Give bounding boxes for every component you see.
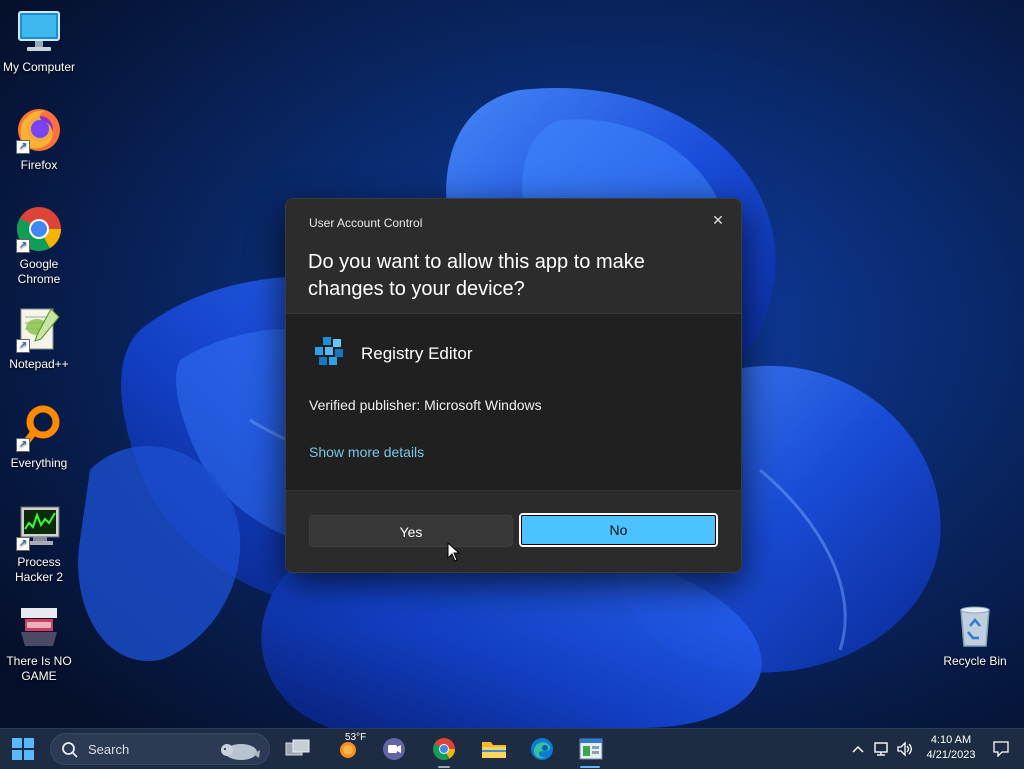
no-button[interactable]: No [519,513,718,547]
shortcut-arrow-icon: ↗ [16,438,30,452]
network-icon [874,742,888,756]
teams-chat-icon [383,738,405,760]
desktop-icon-chrome[interactable]: ↗ Google Chrome [0,205,78,287]
desktop-icon-everything[interactable]: ↗ Everything [0,404,78,471]
uac-dialog: User Account Control ✕ Do you want to al… [285,198,742,573]
desktop-icon-recycle-bin[interactable]: Recycle Bin [936,602,1014,669]
desktop-icon-label: Process Hacker 2 [14,555,64,584]
shortcut-arrow-icon: ↗ [16,537,30,551]
uac-footer: Yes No [286,490,741,572]
task-view-button[interactable] [282,733,314,765]
start-button[interactable] [7,733,39,765]
taskbar-search-box[interactable]: Search [50,733,270,765]
desktop-icon-label: My Computer [2,60,76,74]
search-highlight-manatee-icon [221,744,260,760]
weather-widget-button[interactable]: 53°F [330,732,367,765]
chevron-up-icon [852,745,864,753]
volume-icon [897,741,912,757]
clock-time: 4:10 AM [930,734,972,746]
app-row: Registry Editor [313,334,472,374]
edge-icon [531,738,553,760]
shortcut-arrow-icon: ↗ [16,140,30,154]
game-logo-icon [15,602,63,650]
search-label: Search [88,742,130,757]
monitor-icon [15,8,63,56]
uac-caption: User Account Control [309,216,423,230]
taskbar-chrome-button[interactable] [428,733,460,765]
recycle-bin-icon [951,602,999,650]
show-more-details-link[interactable]: Show more details [309,444,424,460]
close-icon: ✕ [712,212,724,228]
firefox-icon: ↗ [15,106,63,154]
desktop-icon-label: Google Chrome [17,257,61,286]
registry-editor-icon [313,335,347,374]
shortcut-arrow-icon: ↗ [16,339,30,353]
task-view-icon [285,739,310,756]
desktop-icon-label: There Is NO GAME [6,654,72,683]
desktop-icon-there-is-no-game[interactable]: There Is NO GAME [0,602,78,684]
notifications-button[interactable] [988,733,1014,765]
uac-question: Do you want to allow this app to make ch… [308,251,645,300]
show-hidden-icons-button[interactable] [848,733,868,765]
uac-body: Registry Editor Verified publisher: Micr… [286,314,741,490]
registry-app-icon [579,738,603,760]
desktop-icon-firefox[interactable]: ↗ Firefox [0,106,78,173]
desktop-icon-label: Firefox [20,158,58,172]
weather-temperature: 53°F [345,732,367,743]
clock[interactable]: 4:10 AM 4/21/2023 [920,732,982,766]
desktop-icon-label: Everything [10,456,68,470]
uac-header: User Account Control ✕ Do you want to al… [286,199,741,314]
chrome-icon [433,738,455,760]
search-icon [62,742,78,758]
notepadpp-icon: ↗ [15,305,63,353]
search-magnifier-icon: ↗ [15,404,63,452]
edge-button[interactable] [526,733,558,765]
desktop-icon-label: Notepad++ [9,357,69,371]
yes-button[interactable]: Yes [309,515,513,547]
windows-logo-icon [12,738,34,760]
desktop-icon-process-hacker[interactable]: ↗ Process Hacker 2 [0,503,78,585]
desktop-icon-my-computer[interactable]: My Computer [0,8,78,75]
teams-chat-button[interactable] [378,733,410,765]
app-name: Registry Editor [361,344,473,363]
chrome-icon: ↗ [15,205,63,253]
clock-date: 4/21/2023 [926,749,976,761]
desktop-icon-label: Recycle Bin [943,654,1007,668]
file-explorer-button[interactable] [478,733,510,765]
process-hacker-icon: ↗ [15,503,63,551]
shortcut-arrow-icon: ↗ [16,239,30,253]
network-button[interactable] [870,733,892,765]
close-button[interactable]: ✕ [703,205,733,235]
mouse-cursor-icon [447,542,461,562]
notification-icon [993,741,1009,757]
file-explorer-icon [482,742,506,758]
taskbar: Search 53°F 4:10 AM 4/21/2023 [0,728,1024,769]
verified-publisher: Verified publisher: Microsoft Windows [309,397,542,413]
desktop-icon-notepadpp[interactable]: ↗ Notepad++ [0,305,78,372]
volume-button[interactable] [894,733,916,765]
registry-editor-taskbar-button[interactable] [575,733,607,765]
